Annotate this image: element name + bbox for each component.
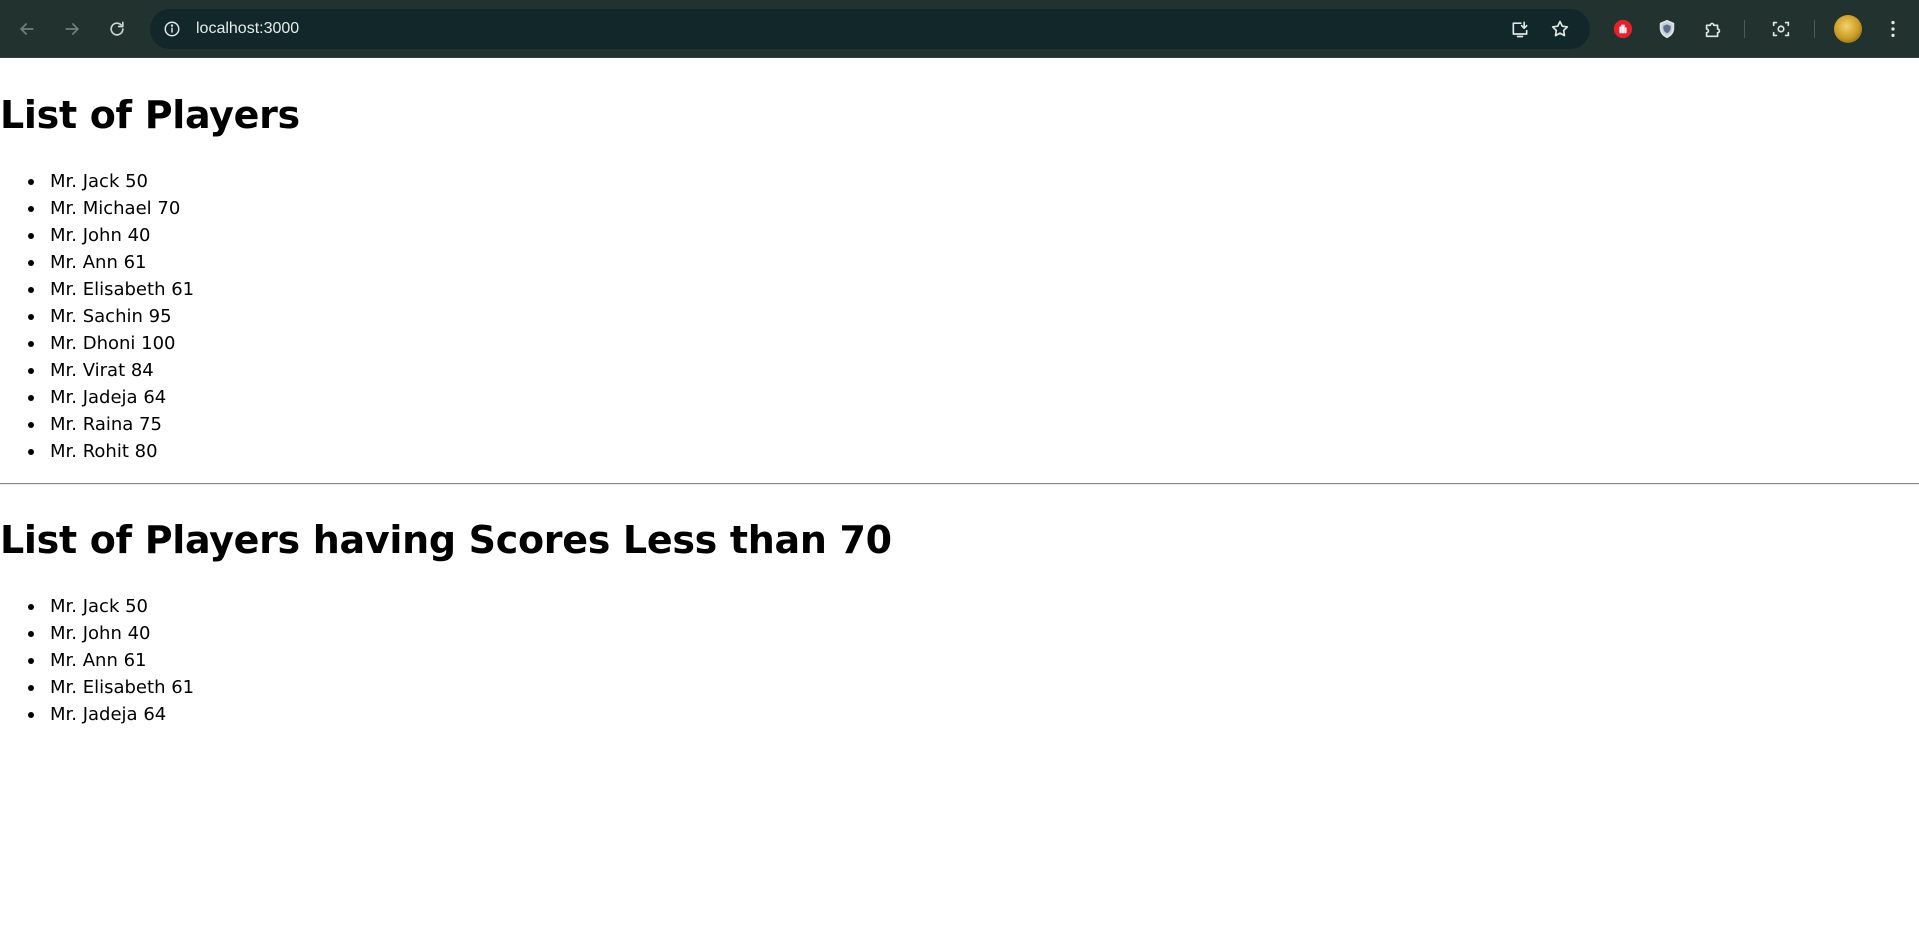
list-item: Mr. Ann 61: [0, 249, 194, 276]
list-item: Mr. John 40: [0, 222, 194, 249]
list-item: Mr. Elisabeth 61: [0, 674, 194, 701]
list-item: Mr. Jadeja 64: [0, 384, 194, 411]
extensions-button[interactable]: [1697, 13, 1729, 45]
list-item: Mr. Virat 84: [0, 357, 194, 384]
profile-avatar[interactable]: [1834, 15, 1862, 43]
install-app-button[interactable]: [1506, 15, 1534, 43]
list-item: Mr. Jack 50: [0, 168, 194, 195]
list-item: Mr. Raina 75: [0, 411, 194, 438]
list-item: Mr. Jadeja 64: [0, 701, 194, 728]
arrow-left-icon: [20, 23, 34, 35]
list-item: Mr. Ann 61: [0, 647, 194, 674]
stop-hand-icon: [1613, 19, 1633, 39]
lens-button[interactable]: [1765, 13, 1797, 45]
kebab-menu-icon: [1891, 20, 1895, 38]
star-icon: [1551, 20, 1569, 37]
extension-stop-button[interactable]: [1607, 13, 1639, 45]
list-item: Mr. Elisabeth 61: [0, 276, 194, 303]
forward-button[interactable]: [56, 13, 88, 45]
low-scores-heading: List of Players having Scores Less than …: [0, 518, 892, 562]
arrow-right-icon: [65, 23, 79, 35]
extension-shield-button[interactable]: [1651, 13, 1683, 45]
toolbar-separator: [1744, 20, 1745, 38]
reload-button[interactable]: [101, 13, 133, 45]
browser-toolbar: localhost:3000: [0, 0, 1919, 58]
site-info-button[interactable]: [158, 15, 186, 43]
info-icon: [164, 21, 180, 37]
horizontal-rule: [0, 483, 1919, 485]
all-players-list: Mr. Jack 50 Mr. Michael 70 Mr. John 40 M…: [0, 168, 194, 465]
list-item: Mr. Sachin 95: [0, 303, 194, 330]
toolbar-separator: [1814, 20, 1815, 38]
url-text[interactable]: localhost:3000: [196, 19, 299, 39]
browser-menu-button[interactable]: [1877, 13, 1909, 45]
install-app-icon: [1512, 21, 1528, 38]
low-scores-list: Mr. Jack 50 Mr. John 40 Mr. Ann 61 Mr. E…: [0, 593, 194, 728]
all-players-heading: List of Players: [0, 93, 300, 137]
list-item: Mr. Dhoni 100: [0, 330, 194, 357]
shield-icon: [1659, 19, 1675, 39]
list-item: Mr. Jack 50: [0, 593, 194, 620]
bookmark-button[interactable]: [1546, 15, 1574, 43]
list-item: Mr. John 40: [0, 620, 194, 647]
reload-icon: [110, 21, 124, 36]
puzzle-icon: [1705, 22, 1721, 38]
list-item: Mr. Rohit 80: [0, 438, 194, 465]
back-button[interactable]: [11, 13, 43, 45]
camera-search-icon: [1772, 21, 1790, 37]
list-item: Mr. Michael 70: [0, 195, 194, 222]
page-content: List of Players Mr. Jack 50 Mr. Michael …: [0, 58, 1919, 947]
address-bar[interactable]: localhost:3000: [150, 9, 1590, 49]
